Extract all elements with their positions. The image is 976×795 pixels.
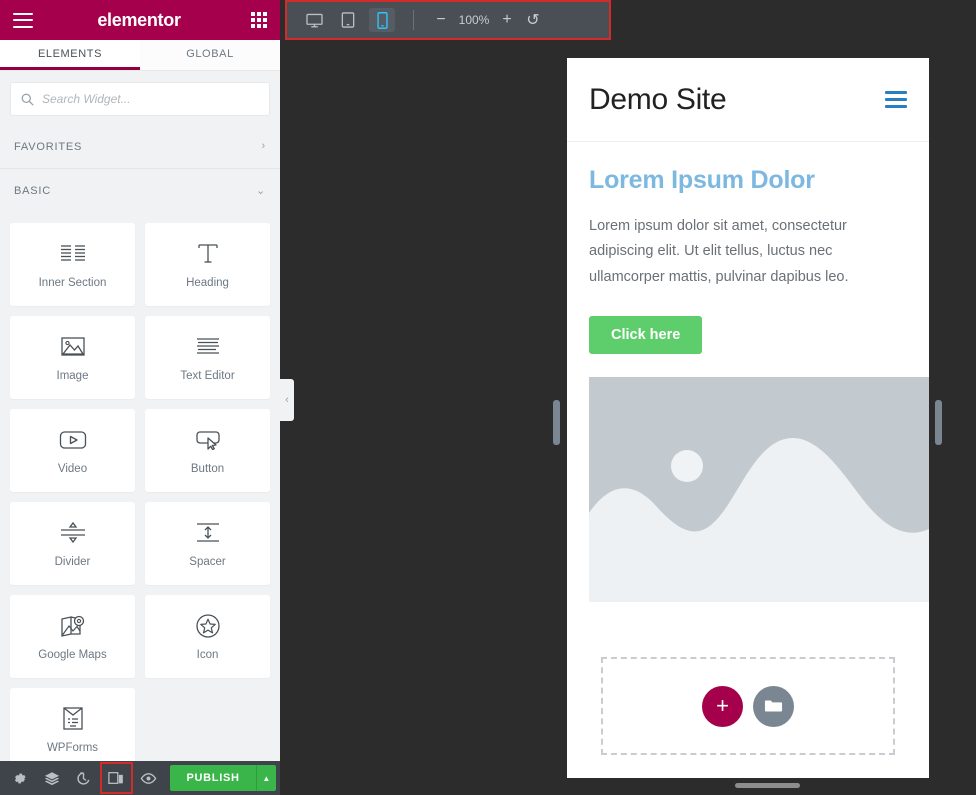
- toolbar-separator: [413, 10, 414, 30]
- button-cursor-icon: [194, 426, 222, 454]
- history-clock-icon: [77, 771, 90, 785]
- widget-label: Heading: [186, 277, 229, 289]
- chevron-down-icon: ⌄: [255, 184, 266, 197]
- widget-grid: Inner Section Heading Image Text Editor …: [0, 213, 280, 761]
- horizontal-scrollbar[interactable]: [735, 783, 800, 788]
- eye-icon: [140, 772, 157, 784]
- video-play-icon: [59, 426, 87, 454]
- site-heading: Lorem Ipsum Dolor: [589, 166, 815, 194]
- divider-icon: [60, 519, 86, 547]
- image-icon: [60, 333, 86, 361]
- spacer-icon: [195, 519, 221, 547]
- responsive-toolbar: − 100% + ↺: [285, 0, 611, 40]
- widget-label: Google Maps: [38, 649, 107, 661]
- responsive-mode-icon: [108, 772, 123, 784]
- widget-label: Button: [190, 463, 225, 475]
- resize-handle-left[interactable]: [553, 400, 560, 445]
- site-paragraph: Lorem ipsum dolor sit amet, consectetur …: [589, 218, 849, 285]
- site-preview-frame[interactable]: Demo Site Lorem Ipsum Dolor Lorem ipsum …: [567, 58, 929, 778]
- widget-label: WPForms: [46, 742, 99, 754]
- publish-button[interactable]: PUBLISH ▲: [170, 765, 276, 791]
- category-favorites-label: FAVORITES: [14, 140, 83, 153]
- category-favorites[interactable]: FAVORITES ›: [0, 125, 280, 169]
- search-input[interactable]: [42, 92, 259, 106]
- elementor-logo: elementor: [97, 9, 181, 30]
- tab-global[interactable]: GLOBAL: [140, 40, 280, 70]
- elementor-editor: elementor ELEMENTS GLOBAL FAVORITES ›: [0, 0, 976, 795]
- google-maps-pin-icon: [59, 612, 87, 640]
- star-circle-icon: [195, 612, 221, 640]
- responsive-mode-button[interactable]: [99, 762, 133, 794]
- widget-divider[interactable]: Divider: [10, 502, 135, 585]
- zoom-value: 100%: [458, 13, 490, 27]
- navigator-button[interactable]: [36, 761, 68, 795]
- widget-list-scroll[interactable]: FAVORITES › BASIC ⌄ Inner Section Headin…: [0, 125, 280, 761]
- widget-heading[interactable]: Heading: [145, 223, 270, 306]
- text-editor-icon: [195, 333, 221, 361]
- folder-icon[interactable]: [753, 685, 794, 727]
- search-icon: [21, 93, 34, 106]
- landscape-image-placeholder[interactable]: [589, 377, 929, 603]
- widget-icon[interactable]: Icon: [145, 595, 270, 678]
- site-title: Demo Site: [589, 82, 727, 116]
- desktop-icon: [305, 13, 323, 27]
- category-basic[interactable]: BASIC ⌄: [0, 169, 280, 213]
- widget-label: Divider: [54, 556, 91, 568]
- wpforms-icon: [61, 705, 85, 733]
- site-cta-button[interactable]: Click here: [589, 316, 703, 355]
- widget-inner-section[interactable]: Inner Section: [10, 223, 135, 306]
- widget-panel: elementor ELEMENTS GLOBAL FAVORITES ›: [0, 0, 280, 795]
- zoom-reset-button[interactable]: ↺: [520, 10, 546, 30]
- widget-label: Text Editor: [180, 370, 235, 382]
- widget-image[interactable]: Image: [10, 316, 135, 399]
- panel-collapse-handle[interactable]: ‹: [280, 379, 294, 421]
- chevron-right-icon: ›: [261, 140, 266, 152]
- widget-video[interactable]: Video: [10, 409, 135, 492]
- editor-canvas: − 100% + ↺ Demo Site Lorem Ipsum Dolor L…: [280, 0, 976, 795]
- site-header: Demo Site: [567, 58, 929, 142]
- category-basic-label: BASIC: [14, 185, 52, 197]
- search-area: [0, 71, 280, 125]
- widget-label: Icon: [196, 649, 219, 661]
- zoom-in-button[interactable]: +: [494, 11, 520, 29]
- preview-button[interactable]: [133, 761, 165, 795]
- site-hamburger-icon[interactable]: [885, 91, 907, 108]
- widget-button[interactable]: Button: [145, 409, 270, 492]
- widget-google-maps[interactable]: Google Maps: [10, 595, 135, 678]
- history-button[interactable]: [68, 761, 100, 795]
- tablet-icon: [341, 12, 355, 28]
- panel-tabs: ELEMENTS GLOBAL: [0, 40, 280, 71]
- tab-elements[interactable]: ELEMENTS: [0, 40, 140, 70]
- widget-wpforms[interactable]: WPForms: [10, 688, 135, 761]
- layers-icon: [44, 771, 59, 785]
- panel-header: elementor: [0, 0, 280, 40]
- add-section-dropzone[interactable]: +: [601, 657, 895, 756]
- widget-label: Image: [56, 370, 89, 382]
- device-desktop-button[interactable]: [301, 8, 327, 32]
- publish-options-arrow[interactable]: ▲: [255, 765, 276, 791]
- widget-spacer[interactable]: Spacer: [145, 502, 270, 585]
- site-content: Lorem Ipsum Dolor Lorem ipsum dolor sit …: [567, 142, 929, 756]
- zoom-out-button[interactable]: −: [428, 11, 454, 29]
- gear-icon: [15, 773, 27, 783]
- mobile-icon: [376, 11, 388, 29]
- grid-apps-icon[interactable]: [251, 12, 267, 28]
- heading-t-icon: [195, 240, 221, 268]
- device-tablet-button[interactable]: [335, 8, 361, 32]
- resize-handle-right[interactable]: [935, 400, 942, 445]
- widget-label: Spacer: [189, 556, 226, 568]
- inner-section-icon: [60, 240, 86, 268]
- widget-label: Inner Section: [38, 277, 107, 289]
- device-mobile-button[interactable]: [369, 8, 395, 32]
- editor-footer-bar: PUBLISH ▲: [0, 761, 280, 795]
- widget-label: Video: [57, 463, 88, 475]
- widget-text-editor[interactable]: Text Editor: [145, 316, 270, 399]
- search-box[interactable]: [10, 82, 270, 116]
- settings-button[interactable]: [4, 761, 36, 795]
- plus-icon[interactable]: +: [702, 685, 743, 727]
- publish-label: PUBLISH: [186, 772, 240, 784]
